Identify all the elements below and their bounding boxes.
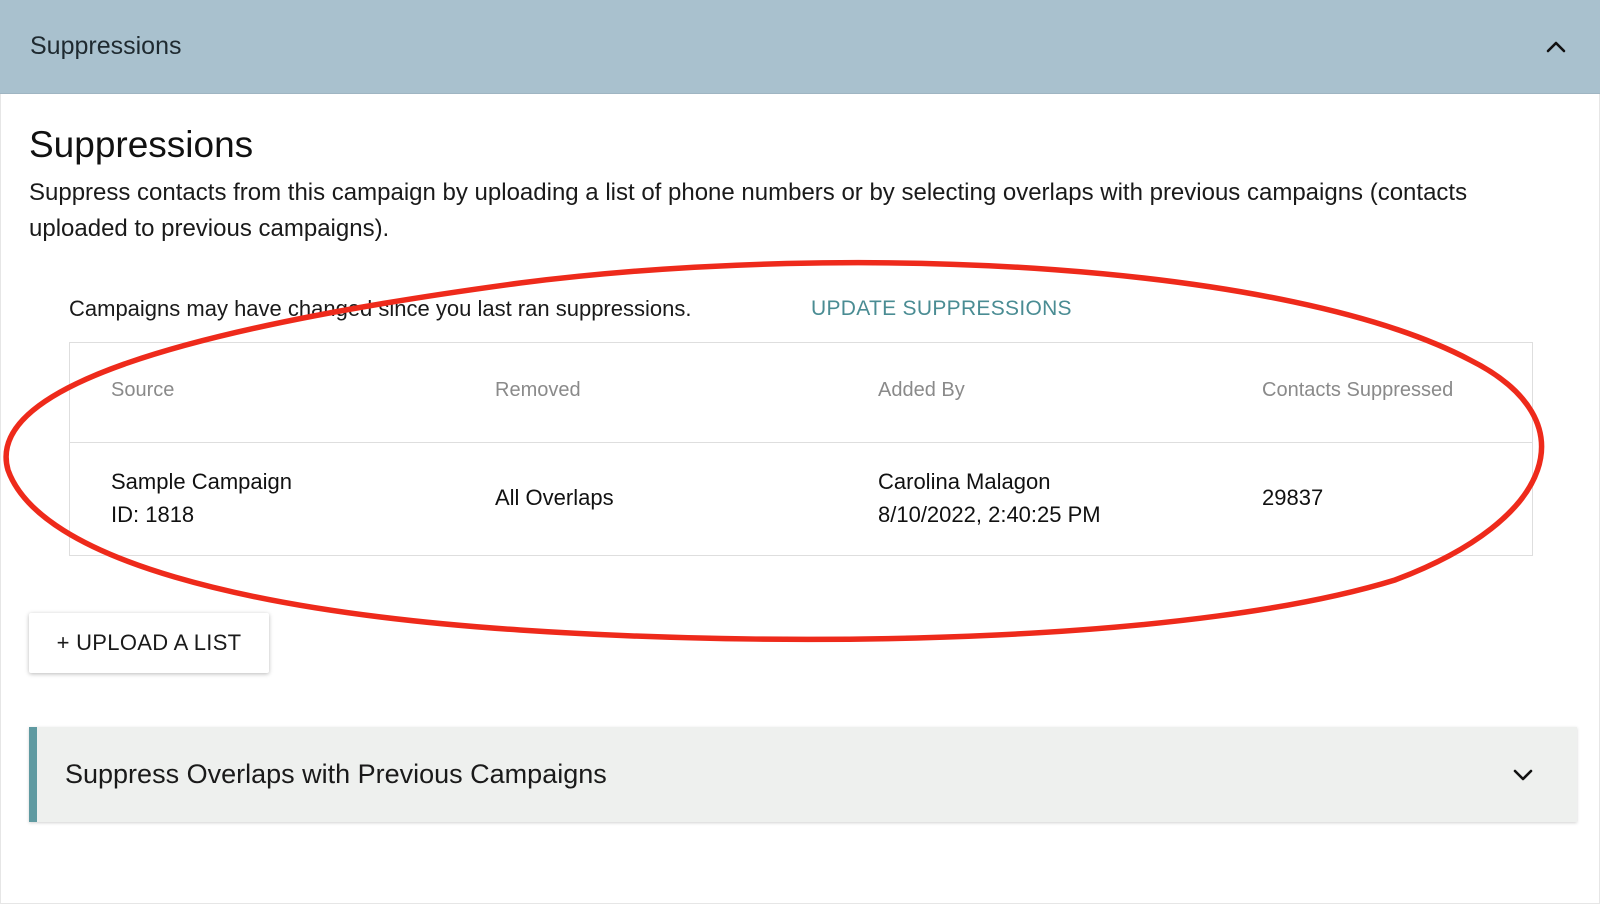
source-id: ID: 1818 (111, 502, 195, 527)
suppressions-notice: Campaigns may have changed since you las… (69, 296, 692, 321)
table-row: Sample Campaign ID: 1818 All Overlaps Ca… (70, 443, 1532, 555)
suppressions-table: Source Removed Added By Contacts Suppres… (69, 342, 1533, 556)
cell-source: Sample Campaign ID: 1818 (111, 465, 292, 531)
table-header: Source Removed Added By Contacts Suppres… (70, 343, 1532, 443)
cell-contacts-suppressed: 29837 (1262, 485, 1324, 510)
added-by-name: Carolina Malagon (878, 469, 1051, 494)
column-header-source: Source (111, 379, 175, 401)
section-description: Suppress contacts from this campaign by … (29, 179, 1468, 242)
column-header-removed: Removed (495, 379, 581, 401)
added-by-date: 8/10/2022, 2:40:25 PM (878, 502, 1101, 527)
section-title: Suppressions (29, 124, 254, 165)
suppressions-accordion-header[interactable]: Suppressions (0, 0, 1600, 94)
cell-added-by: Carolina Malagon 8/10/2022, 2:40:25 PM (878, 465, 1101, 531)
chevron-up-icon[interactable] (1542, 33, 1570, 61)
update-suppressions-link[interactable]: UPDATE SUPPRESSIONS (811, 297, 1072, 321)
upload-list-button[interactable]: + UPLOAD A LIST (29, 613, 269, 673)
column-header-contacts-suppressed: Contacts Suppressed (1262, 379, 1454, 401)
source-name: Sample Campaign (111, 469, 292, 494)
cell-removed: All Overlaps (495, 485, 614, 510)
column-header-added-by: Added By (878, 379, 965, 401)
suppress-overlaps-title: Suppress Overlaps with Previous Campaign… (65, 759, 607, 789)
chevron-down-icon[interactable] (1509, 761, 1537, 789)
suppress-overlaps-accordion[interactable]: Suppress Overlaps with Previous Campaign… (29, 727, 1577, 822)
accordion-title: Suppressions (30, 32, 182, 60)
